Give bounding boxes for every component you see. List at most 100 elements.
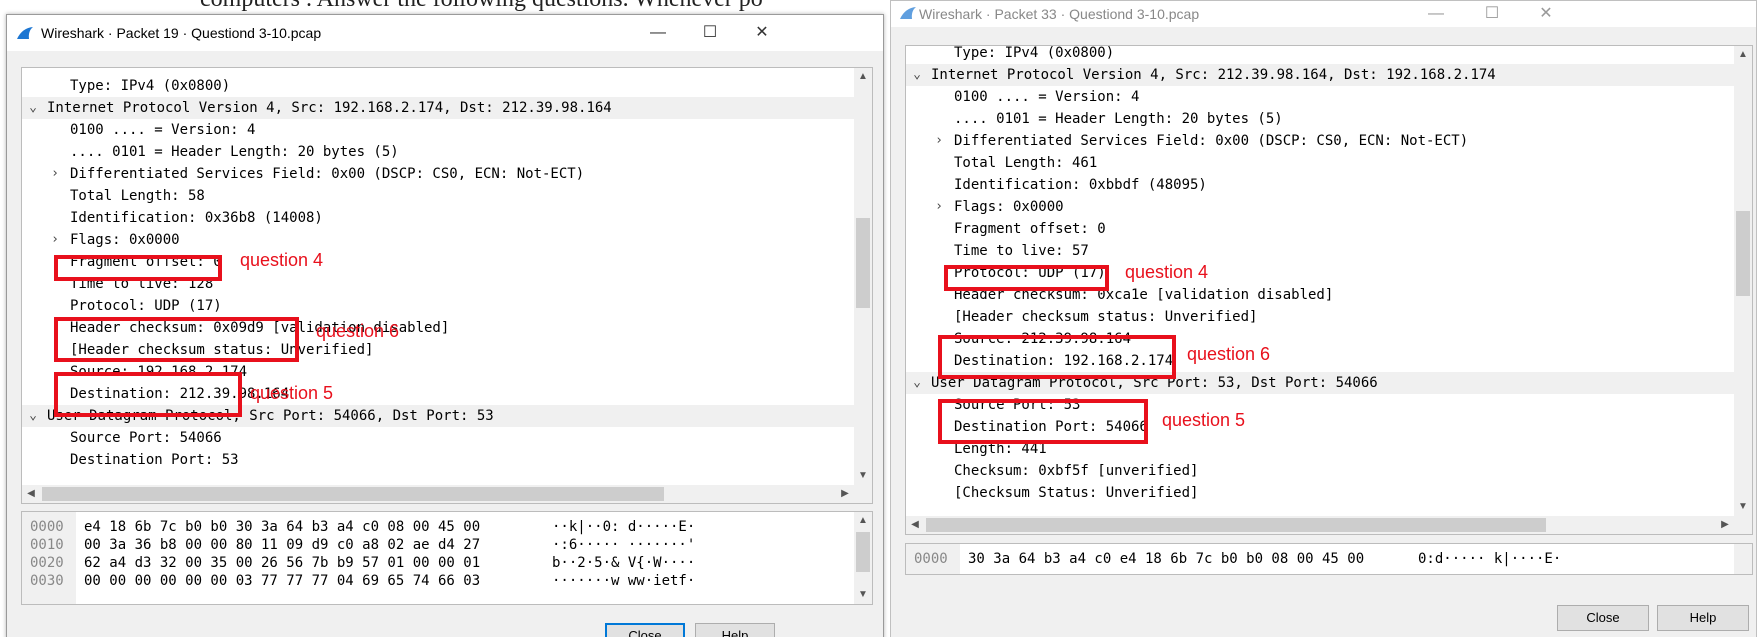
hscroll-thumb[interactable] (42, 487, 664, 501)
tree-row-label: Destination Port: 53 (70, 452, 239, 468)
packet-bytes-pane[interactable]: 0000 e4 18 6b 7c b0 b0 30 3a 64 b3 a4 c0 … (21, 511, 873, 605)
tree-row[interactable]: 0100 .... = Version: 4 (906, 86, 1734, 108)
tree-row-label: Internet Protocol Version 4, Src: 192.16… (47, 100, 612, 116)
close-window-button[interactable]: ✕ (1523, 1, 1569, 27)
tree-row-label: 0100 .... = Version: 4 (70, 122, 256, 138)
hex-bytes: 00 3a 36 b8 00 00 80 11 09 d9 c0 a8 02 a… (84, 537, 481, 553)
tree-row-label: Fragment offset: 0 (954, 221, 1106, 237)
minimize-button[interactable]: — (635, 15, 681, 51)
scroll-down-arrow-icon[interactable]: ▼ (854, 586, 872, 604)
highlight-box-addresses (54, 317, 299, 362)
packet-bytes-pane[interactable]: 0000 30 3a 64 b3 a4 c0 e4 18 6b 7c b0 b0 … (905, 543, 1753, 575)
hex-bytes: e4 18 6b 7c b0 b0 30 3a 64 b3 a4 c0 08 0… (84, 519, 481, 535)
vertical-scrollbar[interactable]: ▲ ▼ (854, 68, 872, 485)
tree-row[interactable]: Identification: 0x36b8 (14008) (22, 207, 854, 229)
maximize-button[interactable]: ☐ (687, 15, 733, 51)
vertical-scrollbar[interactable]: ▲ ▼ (1734, 46, 1752, 516)
tree-row[interactable]: Fragment offset: 0 (906, 218, 1734, 240)
scroll-up-arrow-icon[interactable]: ▲ (854, 68, 872, 86)
hex-offset: 0010 (30, 537, 64, 553)
tree-row[interactable]: [Checksum Status: Unverified] (906, 482, 1734, 504)
tree-row[interactable]: Total Length: 461 (906, 152, 1734, 174)
bytes-vertical-scrollbar[interactable] (1734, 544, 1752, 574)
tree-row[interactable]: Checksum: 0xbf5f [unverified] (906, 460, 1734, 482)
tree-row-label: Differentiated Services Field: 0x00 (DSC… (70, 166, 585, 182)
tree-row[interactable]: .... 0101 = Header Length: 20 bytes (5) (22, 141, 854, 163)
scroll-left-arrow-icon[interactable]: ◀ (906, 516, 924, 534)
hex-ascii: ·······w ww·ietf· (552, 573, 696, 589)
expand-down-arrow-icon[interactable]: ⌄ (910, 372, 924, 394)
scroll-up-arrow-icon[interactable]: ▲ (1734, 46, 1752, 64)
hex-ascii: 0:d····· k|····E· (1418, 551, 1562, 567)
bytes-vertical-scrollbar[interactable]: ▲ ▼ (854, 512, 872, 604)
tree-row[interactable]: .... 0101 = Header Length: 20 bytes (5) (906, 108, 1734, 130)
scroll-thumb[interactable] (856, 532, 870, 572)
close-window-button[interactable]: ✕ (739, 15, 785, 51)
annotation-question-6: question 6 (1187, 344, 1271, 364)
tree-row-label: 0100 .... = Version: 4 (954, 89, 1140, 105)
highlight-box-protocol (54, 255, 222, 281)
packet-details-tree[interactable]: Type: IPv4 (0x0800) ⌄ Internet Protocol Ve… (21, 67, 873, 504)
scroll-right-arrow-icon[interactable]: ▶ (1716, 516, 1734, 534)
expand-right-arrow-icon[interactable]: › (48, 229, 62, 251)
hex-offset: 0030 (30, 573, 64, 589)
scroll-right-arrow-icon[interactable]: ▶ (836, 485, 854, 503)
scroll-down-arrow-icon[interactable]: ▼ (1734, 498, 1752, 516)
hscroll-thumb[interactable] (926, 518, 1546, 532)
annotation-question-4: question 4 (240, 250, 324, 270)
tree-row[interactable]: Total Length: 58 (22, 185, 854, 207)
tree-row[interactable]: ⌄ Internet Protocol Version 4, Src: 212.3… (906, 64, 1734, 86)
expand-down-arrow-icon[interactable]: ⌄ (26, 97, 40, 119)
tree-row[interactable]: Type: IPv4 (0x0800) (906, 45, 1734, 64)
hex-bytes: 00 00 00 00 00 00 03 77 77 77 04 69 65 7… (84, 573, 481, 589)
tree-row[interactable]: › Flags: 0x0000 (906, 196, 1734, 218)
tree-row[interactable]: 0100 .... = Version: 4 (22, 119, 854, 141)
hex-ascii: ·:6····· ·······' (552, 537, 696, 553)
tree-row[interactable]: Destination Port: 53 (22, 449, 854, 471)
tree-row-label: Identification: 0x36b8 (14008) (70, 210, 323, 226)
highlight-box-ports (54, 372, 242, 417)
tree-row-label: Type: IPv4 (0x0800) (70, 78, 231, 94)
expand-down-arrow-icon[interactable]: ⌄ (910, 64, 924, 86)
tree-row[interactable]: Time to live: 57 (906, 240, 1734, 262)
maximize-button[interactable]: ☐ (1469, 1, 1515, 27)
tree-row[interactable]: › Differentiated Services Field: 0x00 (DS… (22, 163, 854, 185)
hex-bytes: 30 3a 64 b3 a4 c0 e4 18 6b 7c b0 b0 08 0… (968, 551, 1365, 567)
wireshark-fin-icon (900, 7, 916, 19)
tree-row[interactable]: › Differentiated Services Field: 0x00 (DS… (906, 130, 1734, 152)
title-bar[interactable]: Wireshark · Packet 33 · Questiond 3-10.p… (891, 1, 1756, 27)
horizontal-scrollbar[interactable]: ◀ ▶ (22, 485, 854, 503)
tree-row-label: Total Length: 58 (70, 188, 205, 204)
scroll-up-arrow-icon[interactable]: ▲ (854, 512, 872, 530)
horizontal-scrollbar[interactable]: ◀ ▶ (906, 516, 1734, 534)
minimize-button[interactable]: — (1413, 1, 1459, 27)
expand-right-arrow-icon[interactable]: › (932, 196, 946, 218)
scroll-thumb[interactable] (1736, 211, 1750, 296)
scroll-down-arrow-icon[interactable]: ▼ (854, 467, 872, 485)
hex-offset: 0000 (914, 551, 948, 567)
scroll-left-arrow-icon[interactable]: ◀ (22, 485, 40, 503)
window-title: Wireshark · Packet 33 · Questiond 3-10.p… (919, 6, 1200, 22)
help-button[interactable]: Help (1657, 605, 1749, 631)
hex-ascii: b··2·5·& V{·W···· (552, 555, 696, 571)
tree-row[interactable]: Type: IPv4 (0x0800) (22, 75, 854, 97)
close-button[interactable]: Close (1557, 605, 1649, 631)
expand-right-arrow-icon[interactable]: › (48, 163, 62, 185)
title-bar[interactable]: Wireshark · Packet 19 · Questiond 3-10.p… (7, 15, 883, 51)
tree-row[interactable]: Identification: 0xbbdf (48095) (906, 174, 1734, 196)
highlight-box-ports (938, 399, 1148, 444)
tree-row[interactable]: [Header checksum status: Unverified] (906, 306, 1734, 328)
tree-row[interactable]: ⌄ Internet Protocol Version 4, Src: 192.1… (22, 97, 854, 119)
expand-down-arrow-icon[interactable]: ⌄ (26, 405, 40, 427)
close-button[interactable]: Close (605, 623, 685, 637)
tree-row-label: Time to live: 57 (954, 243, 1089, 259)
expand-right-arrow-icon[interactable]: › (932, 130, 946, 152)
tree-row[interactable]: › Flags: 0x0000 (22, 229, 854, 251)
tree-row[interactable]: Source Port: 54066 (22, 427, 854, 449)
tree-row[interactable]: Protocol: UDP (17) (22, 295, 854, 317)
tree-row-label: Type: IPv4 (0x0800) (954, 45, 1115, 61)
tree-row-label: Checksum: 0xbf5f [unverified] (954, 463, 1199, 479)
help-button[interactable]: Help (695, 623, 775, 637)
scroll-thumb[interactable] (856, 218, 870, 308)
tree-row-label: Flags: 0x0000 (954, 199, 1064, 215)
